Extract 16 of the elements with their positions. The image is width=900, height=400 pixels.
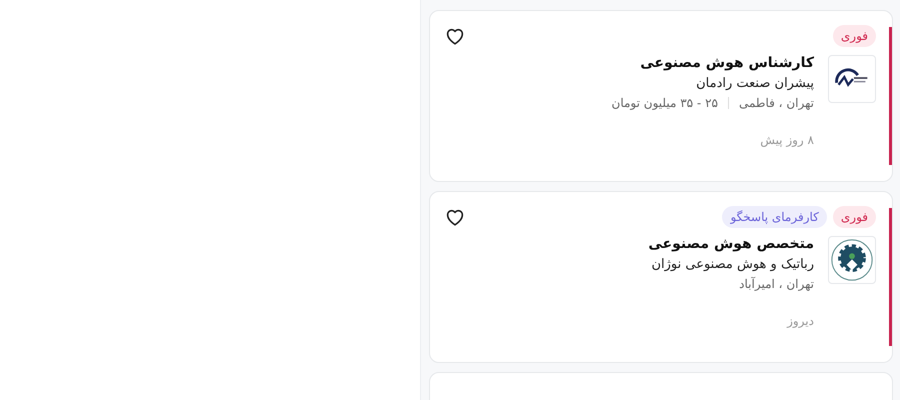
- job-card[interactable]: فوری کارفرمای پاسخگو متخصص هوش مصنوعی رباتیک و هوش مصنوعی نوژان تهران ، امیرآباد دیروز: [429, 191, 893, 363]
- job-card[interactable]: فوری کارشناس هوش مصنوعی پیشران صنعت رادمان تهران ، فاطمی ۲۵ - ۳۵ میلیون تومان ۸ روز پیش: [429, 10, 893, 182]
- company-logo: [828, 236, 876, 284]
- badge: کارفرمای پاسخگو: [722, 206, 827, 228]
- company-name: رباتیک و هوش مصنوعی نوژان: [650, 257, 814, 272]
- posted-date: ۸ روز پیش: [759, 133, 814, 147]
- posted-date: دیروز: [786, 314, 814, 328]
- job-title[interactable]: متخصص هوش مصنوعی: [648, 236, 814, 252]
- job-title[interactable]: کارشناس هوش مصنوعی: [612, 55, 814, 71]
- job-location: تهران ، فاطمی: [738, 96, 814, 110]
- badge: فوری: [832, 206, 876, 228]
- job-location: تهران ، امیرآباد: [739, 277, 814, 291]
- job-salary: ۲۵ - ۳۵ میلیون تومان: [612, 96, 718, 110]
- company-name: پیشران صنعت رادمان: [695, 76, 814, 91]
- company-logo: [828, 55, 876, 103]
- badge: فوری: [832, 25, 876, 47]
